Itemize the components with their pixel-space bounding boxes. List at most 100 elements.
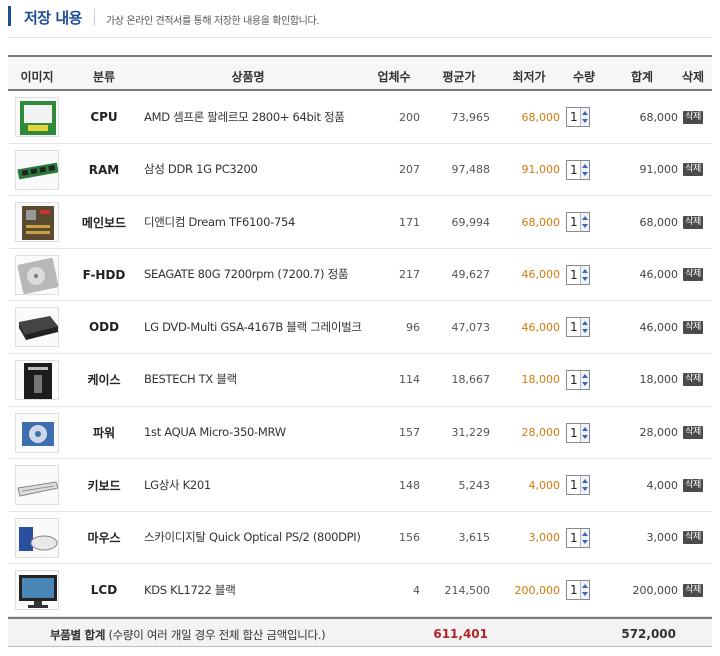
optical-drive-thumbnail[interactable] <box>15 307 59 348</box>
footer-label: 부품별 합계 (수량이 여러 개일 경우 전체 합산 금액입니다.) <box>50 627 326 643</box>
power-supply-thumbnail[interactable] <box>15 412 59 453</box>
spin-up-icon[interactable] <box>582 111 588 115</box>
quantity-value[interactable]: 1 <box>570 478 578 492</box>
shop-count: 4 <box>413 583 420 597</box>
quantity-value[interactable]: 1 <box>570 426 578 440</box>
shop-count: 114 <box>399 373 420 387</box>
product-name[interactable]: 디앤디컴 Dream TF6100-754 <box>144 196 368 248</box>
quantity-spinner[interactable] <box>580 476 589 495</box>
spin-down-icon[interactable] <box>582 381 588 386</box>
mainboard-thumbnail[interactable] <box>15 202 59 243</box>
qty-cell: 1 <box>566 196 602 248</box>
pc-case-thumbnail[interactable] <box>15 359 59 400</box>
quantity-spinner[interactable] <box>580 265 589 284</box>
category-cell: RAM <box>88 162 120 177</box>
mouse-thumbnail[interactable] <box>15 517 59 558</box>
shop-count: 171 <box>399 215 420 229</box>
product-name[interactable]: LG상사 K201 <box>144 459 368 511</box>
spin-up-icon[interactable] <box>582 163 588 168</box>
quantity-value[interactable]: 1 <box>570 268 578 282</box>
quantity-value[interactable]: 1 <box>570 320 578 334</box>
spin-down-icon[interactable] <box>582 539 588 544</box>
quantity-spinner[interactable] <box>580 581 589 600</box>
spin-down-icon[interactable] <box>582 224 588 229</box>
delete-button[interactable]: 삭제 <box>683 320 703 334</box>
quantity-stepper[interactable]: 1 <box>566 580 590 601</box>
keyboard-thumbnail[interactable] <box>15 465 59 506</box>
delete-button[interactable]: 삭제 <box>683 531 703 545</box>
quantity-value[interactable]: 1 <box>570 373 578 387</box>
quantity-stepper[interactable]: 1 <box>566 264 590 285</box>
spin-up-icon[interactable] <box>582 216 588 221</box>
quantity-value[interactable]: 1 <box>570 110 578 124</box>
qty-cell: 1 <box>566 512 602 564</box>
product-name[interactable]: 1st AQUA Micro-350-MRW <box>144 407 368 459</box>
quantity-stepper[interactable]: 1 <box>566 107 590 127</box>
product-name[interactable]: KDS KL1722 블랙 <box>144 564 368 616</box>
spin-up-icon[interactable] <box>582 531 588 536</box>
page-description: 가상 온라인 견적서를 통해 저장한 내용을 확인합니다. <box>106 16 320 27</box>
delete-cell: 삭제 <box>680 564 706 616</box>
spin-up-icon[interactable] <box>582 268 588 273</box>
quantity-spinner[interactable] <box>580 318 589 337</box>
cpu-box-thumbnail[interactable] <box>15 97 59 137</box>
delete-button[interactable]: 삭제 <box>683 583 703 597</box>
row-total: 68,000 <box>639 110 679 124</box>
spin-down-icon[interactable] <box>582 276 588 281</box>
quantity-value[interactable]: 1 <box>570 215 578 229</box>
quantity-stepper[interactable]: 1 <box>566 212 590 233</box>
quantity-spinner[interactable] <box>580 160 589 179</box>
product-name[interactable]: LG DVD-Multi GSA-4167B 블랙 그레이벌크 <box>144 301 368 353</box>
product-name[interactable]: BESTECH TX 블랙 <box>144 354 368 406</box>
quantity-stepper[interactable]: 1 <box>566 159 590 180</box>
quantity-spinner[interactable] <box>580 213 589 232</box>
spin-up-icon[interactable] <box>582 479 588 484</box>
quantity-value[interactable]: 1 <box>570 583 578 597</box>
quantity-stepper[interactable]: 1 <box>566 317 590 338</box>
delete-button[interactable]: 삭제 <box>683 215 703 229</box>
spin-down-icon[interactable] <box>582 592 588 597</box>
shop-count: 157 <box>399 426 420 440</box>
spin-down-icon[interactable] <box>582 329 588 334</box>
qty-cell: 1 <box>566 354 602 406</box>
delete-button[interactable]: 삭제 <box>683 478 703 492</box>
product-image-cell <box>8 512 66 564</box>
hard-disk-thumbnail[interactable] <box>15 254 59 295</box>
spin-down-icon[interactable] <box>582 119 588 123</box>
quantity-spinner[interactable] <box>580 423 589 442</box>
quantity-value[interactable]: 1 <box>570 531 578 545</box>
lcd-monitor-thumbnail[interactable] <box>15 570 59 611</box>
shop-count: 207 <box>399 163 420 177</box>
quantity-spinner[interactable] <box>580 528 589 547</box>
page-header: 저장 내용 가상 온라인 견적서를 통해 저장한 내용을 확인합니다. <box>0 0 720 38</box>
product-name[interactable]: AMD 셈프론 팔레르모 2800+ 64bit 정품 <box>144 91 368 143</box>
qty-cell: 1 <box>566 249 602 301</box>
product-name[interactable]: SEAGATE 80G 7200rpm (7200.7) 정품 <box>144 249 368 301</box>
delete-button[interactable]: 삭제 <box>683 426 703 440</box>
quantity-spinner[interactable] <box>580 108 589 126</box>
spin-down-icon[interactable] <box>582 487 588 492</box>
quantity-spinner[interactable] <box>580 370 589 389</box>
delete-button[interactable]: 삭제 <box>683 268 703 282</box>
quantity-stepper[interactable]: 1 <box>566 422 590 443</box>
table-row: 케이스 BESTECH TX 블랙 114 18,667 18,000 1 18… <box>8 354 712 407</box>
spin-up-icon[interactable] <box>582 584 588 589</box>
delete-button[interactable]: 삭제 <box>683 163 703 177</box>
spin-up-icon[interactable] <box>582 321 588 326</box>
product-name[interactable]: 스카이디지탈 Quick Optical PS/2 (800DPI) <box>144 512 368 564</box>
quantity-stepper[interactable]: 1 <box>566 475 590 496</box>
category-cell: LCD <box>90 583 118 598</box>
quantity-stepper[interactable]: 1 <box>566 527 590 548</box>
delete-button[interactable]: 삭제 <box>683 373 703 387</box>
quantity-value[interactable]: 1 <box>570 163 578 177</box>
spin-up-icon[interactable] <box>582 426 588 431</box>
footer-label-note: (수량이 여러 개일 경우 전체 합산 금액입니다.) <box>105 627 326 642</box>
table-row: 파워 1st AQUA Micro-350-MRW 157 31,229 28,… <box>8 407 712 460</box>
spin-up-icon[interactable] <box>582 373 588 378</box>
spin-down-icon[interactable] <box>582 434 588 439</box>
quantity-stepper[interactable]: 1 <box>566 369 590 390</box>
delete-button[interactable]: 삭제 <box>683 110 703 124</box>
ram-stick-thumbnail[interactable] <box>15 149 59 190</box>
product-name[interactable]: 삼성 DDR 1G PC3200 <box>144 144 368 196</box>
spin-down-icon[interactable] <box>582 171 588 176</box>
